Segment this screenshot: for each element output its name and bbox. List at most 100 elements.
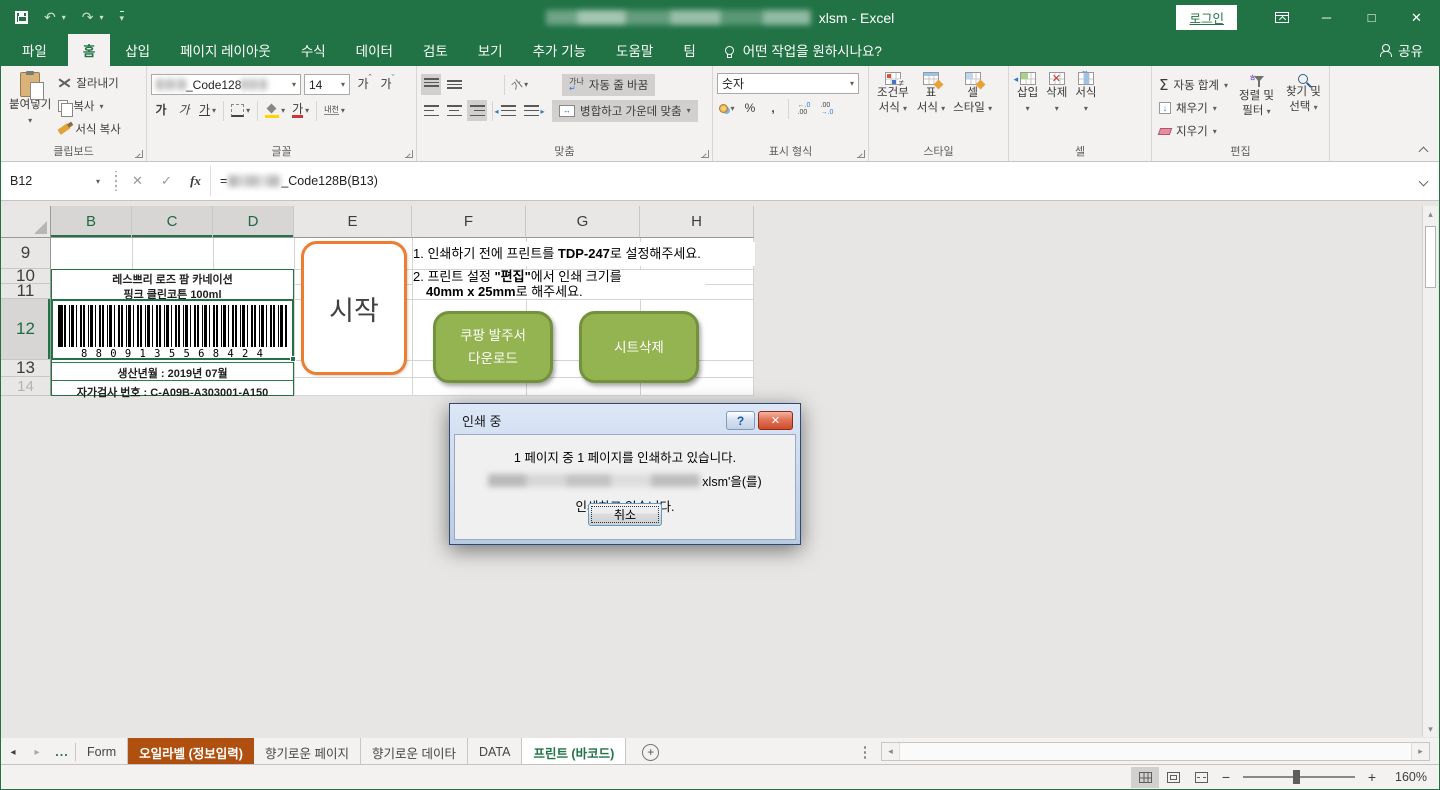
coupang-download-button[interactable]: 쿠팡 발주서 다운로드 xyxy=(433,311,553,383)
tab-home[interactable]: 홈 xyxy=(68,34,110,66)
format-as-table-button[interactable]: 표 서식 ▾ xyxy=(913,69,949,115)
tab-page-layout[interactable]: 페이지 레이아웃 xyxy=(165,34,286,66)
font-size-dropdown-icon[interactable]: ▾ xyxy=(341,80,345,89)
decrease-indent-button[interactable] xyxy=(498,100,518,121)
formula-bar-grip[interactable] xyxy=(111,171,121,191)
fill-color-button[interactable]: ▾ xyxy=(263,100,287,121)
sheet-tab-oil-label[interactable]: 오일라벨 (정보입력) xyxy=(128,738,254,766)
made-date-cell[interactable]: 생산년월 : 2019년 07월 xyxy=(52,362,293,381)
paste-dropdown-icon[interactable]: ▾ xyxy=(28,114,32,127)
column-header-C[interactable]: C xyxy=(132,206,213,238)
delete-cells-button[interactable]: ✕ 삭제 ▾ xyxy=(1042,69,1071,115)
bold-button[interactable]: 가 xyxy=(151,100,171,121)
underline-button[interactable]: 가▾ xyxy=(197,100,218,121)
column-header-G[interactable]: G xyxy=(526,206,640,238)
increase-decimal-button[interactable]: ←.0.00 xyxy=(794,98,814,119)
font-dialog-launcher-icon[interactable] xyxy=(405,150,413,158)
tell-me-search[interactable]: 어떤 작업을 원하시나요? xyxy=(725,34,882,66)
name-box-dropdown-icon[interactable]: ▾ xyxy=(96,177,100,186)
start-shape-button[interactable]: 시작 xyxy=(301,241,407,375)
expand-formula-bar-icon[interactable] xyxy=(1407,162,1439,200)
minimize-icon[interactable]: ─ xyxy=(1304,1,1349,34)
row-header-13[interactable]: 13 xyxy=(1,360,51,377)
align-right-button[interactable] xyxy=(467,100,487,121)
zoom-in-icon[interactable]: + xyxy=(1361,769,1383,785)
scroll-up-icon[interactable]: ▴ xyxy=(1423,206,1438,222)
undo-icon[interactable]: ↶ xyxy=(44,9,56,26)
instruction-1[interactable]: 1. 인쇄하기 전에 프린트를 TDP-247로 설정해주세요. xyxy=(413,242,755,266)
row-header-11[interactable]: 11 xyxy=(1,284,51,299)
new-sheet-icon[interactable]: + xyxy=(642,744,659,761)
align-center-button[interactable] xyxy=(444,100,464,121)
cut-button[interactable]: 잘라내기 xyxy=(55,73,124,93)
font-name-dropdown-icon[interactable]: ▾ xyxy=(292,80,296,89)
scroll-down-icon[interactable]: ▾ xyxy=(1423,721,1438,737)
dialog-close-icon[interactable]: ✕ xyxy=(758,411,793,430)
customize-qat-icon[interactable]: ▾ xyxy=(120,11,125,24)
tab-formulas[interactable]: 수식 xyxy=(286,34,341,66)
cancel-print-button[interactable]: 취소 xyxy=(588,503,662,526)
product-name-cell[interactable]: 레스쁘리 로즈 팜 카네이션 xyxy=(52,271,293,287)
font-size-combo[interactable]: 14 ▾ xyxy=(304,74,350,95)
tab-team[interactable]: 팀 xyxy=(668,34,710,66)
delete-sheet-button[interactable]: 시트삭제 xyxy=(579,311,699,383)
column-header-B[interactable]: B xyxy=(51,206,132,238)
vertical-scrollbar-thumb[interactable] xyxy=(1425,226,1436,288)
sheet-tab-data[interactable]: DATA xyxy=(468,738,522,766)
borders-button[interactable]: ▾ xyxy=(229,100,252,121)
hscroll-right-icon[interactable]: ▸ xyxy=(1411,743,1429,760)
cert-no-cell[interactable]: 자가검사 번호 : C-A09B-A303001-A150 xyxy=(52,380,293,400)
conditional-formatting-button[interactable]: ≠ 조건부 서식 ▾ xyxy=(873,69,913,115)
phonetic-button[interactable]: 내천▾ xyxy=(322,100,347,121)
cell-styles-button[interactable]: 셀 스타일 ▾ xyxy=(949,69,996,115)
sheet-tab-form[interactable]: Form xyxy=(76,738,128,766)
dialog-help-icon[interactable]: ? xyxy=(726,411,755,430)
accounting-format-button[interactable]: ▾ xyxy=(717,98,737,119)
autosum-button[interactable]: Σ자동 합계▾ xyxy=(1156,75,1231,95)
hscroll-left-icon[interactable]: ◂ xyxy=(882,743,900,760)
row-header-12[interactable]: 12 xyxy=(1,299,51,360)
formula-input[interactable]: = _Code128B(B13) xyxy=(211,162,378,200)
clear-button[interactable]: 지우기▾ xyxy=(1156,121,1231,141)
merge-center-button[interactable]: ↔ 병합하고 가운데 맞춤 ▾ xyxy=(552,100,698,122)
increase-indent-button[interactable] xyxy=(521,100,541,121)
zoom-level[interactable]: 160% xyxy=(1383,770,1427,784)
fill-handle[interactable] xyxy=(290,356,296,362)
wrap-text-button[interactable]: 가나↵ 자동 줄 바꿈 xyxy=(562,74,655,96)
close-icon[interactable]: ✕ xyxy=(1394,1,1439,34)
format-cells-button[interactable]: ↔ 서식 ▾ xyxy=(1071,69,1100,115)
italic-button[interactable]: 가 xyxy=(174,100,194,121)
tab-addins[interactable]: 추가 기능 xyxy=(518,34,601,66)
column-header-F[interactable]: F xyxy=(412,206,526,238)
comma-style-button[interactable]: , xyxy=(763,98,783,119)
redo-dropdown-icon[interactable]: ▾ xyxy=(99,13,103,22)
alignment-dialog-launcher-icon[interactable] xyxy=(701,150,709,158)
redo-icon[interactable]: ↷ xyxy=(82,9,94,26)
horizontal-scrollbar[interactable]: ◂ ▸ xyxy=(881,742,1430,761)
find-select-button[interactable]: 찾기 및 선택 ▾ xyxy=(1282,71,1325,141)
align-left-button[interactable] xyxy=(421,100,441,121)
page-break-view-button[interactable] xyxy=(1187,767,1215,788)
sheet-nav-right-icon[interactable]: ▸ xyxy=(25,738,49,766)
instruction-2[interactable]: 2. 프린트 설정 "편집"에서 인쇄 크기를 40mm x 25mm로 해주세… xyxy=(413,270,705,299)
tab-review[interactable]: 검토 xyxy=(408,34,463,66)
row-header-9[interactable]: 9 xyxy=(1,238,51,269)
sheet-tab-print-barcode[interactable]: 프린트 (바코드) xyxy=(522,738,626,766)
font-name-combo[interactable]: _Code128 ▾ xyxy=(151,74,301,95)
align-middle-button[interactable] xyxy=(444,74,464,95)
font-color-button[interactable]: 가▾ xyxy=(290,100,311,121)
percent-style-button[interactable]: % xyxy=(740,98,760,119)
format-painter-button[interactable]: 서식 복사 xyxy=(55,119,124,139)
column-header-H[interactable]: H xyxy=(640,206,754,238)
sheet-tab-fragrant-data[interactable]: 향기로운 데이타 xyxy=(361,738,468,766)
zoom-slider[interactable] xyxy=(1243,776,1355,778)
zoom-slider-thumb[interactable] xyxy=(1293,770,1300,784)
page-layout-view-button[interactable] xyxy=(1159,767,1187,788)
collapse-ribbon-icon[interactable] xyxy=(1419,147,1429,157)
paste-button[interactable]: 붙여넣기 ▾ xyxy=(5,69,55,127)
insert-cells-button[interactable]: ◂ 삽입 ▾ xyxy=(1013,69,1042,115)
number-format-dropdown-icon[interactable]: ▾ xyxy=(850,79,854,88)
tab-view[interactable]: 보기 xyxy=(463,34,518,66)
align-top-button[interactable] xyxy=(421,74,441,95)
vertical-scrollbar[interactable]: ▴ ▾ xyxy=(1422,206,1438,737)
